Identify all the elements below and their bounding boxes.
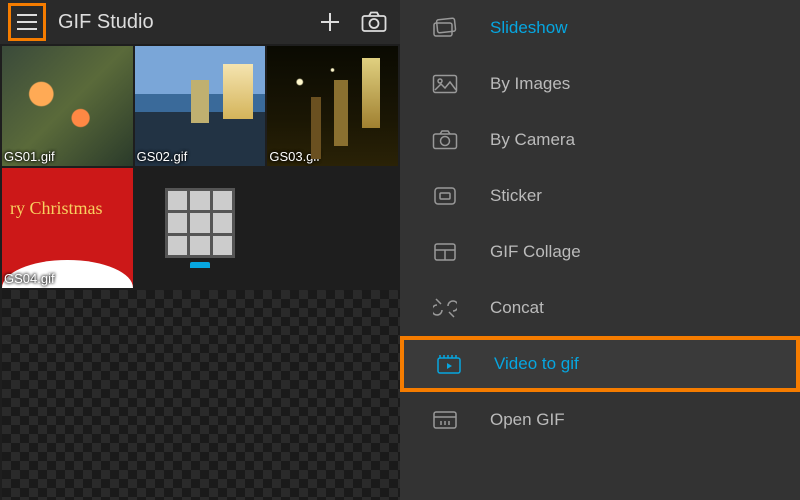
plus-icon	[318, 10, 342, 34]
collage-icon	[430, 237, 460, 267]
sticker-icon	[430, 181, 460, 211]
app-title: GIF Studio	[54, 11, 304, 34]
indicator-icon	[190, 262, 210, 268]
thumbnail-grid: GS01.gif GS02.gif GS03.gif ry Christmas …	[0, 44, 400, 290]
images-icon	[430, 69, 460, 99]
hamburger-icon	[16, 13, 38, 31]
menu-label: Video to gif	[494, 354, 796, 374]
thumbnail[interactable]: GS01.gif	[2, 46, 133, 166]
menu-item-sticker[interactable]: Sticker	[400, 168, 800, 224]
thumbnail-caption: GS03.gif	[269, 149, 320, 164]
slideshow-icon	[430, 13, 460, 43]
menu-item-video-to-gif[interactable]: Video to gif	[400, 336, 800, 392]
menu-label: By Images	[490, 74, 800, 94]
collage-preview-icon	[165, 188, 235, 258]
thumbnail-caption: GS01.gif	[4, 149, 55, 164]
menu-item-concat[interactable]: Concat	[400, 280, 800, 336]
camera-button[interactable]	[356, 4, 392, 40]
thumbnail[interactable]: ry Christmas GS04.gif	[2, 168, 133, 288]
thumbnail[interactable]	[135, 168, 266, 288]
menu-label: By Camera	[490, 130, 800, 150]
menu-item-by-images[interactable]: By Images	[400, 56, 800, 112]
menu-label: Slideshow	[490, 18, 800, 38]
menu-label: Sticker	[490, 186, 800, 206]
thumbnail-overlay-text: ry Christmas	[10, 198, 103, 219]
menu-label: Open GIF	[490, 410, 800, 430]
add-button[interactable]	[312, 4, 348, 40]
menu-button[interactable]	[8, 3, 46, 41]
menu-label: GIF Collage	[490, 242, 800, 262]
topbar: GIF Studio	[0, 0, 400, 44]
thumbnail-caption: GS04.gif	[4, 271, 55, 286]
gallery-pane: GIF Studio GS01.gif GS02.gif GS03.gif ry	[0, 0, 400, 500]
drawer-menu: Slideshow By Images By Camera Sticker GI…	[400, 0, 800, 500]
empty-canvas-area	[2, 290, 400, 500]
camera-icon	[361, 11, 387, 33]
menu-item-gif-collage[interactable]: GIF Collage	[400, 224, 800, 280]
thumbnail-caption: GS02.gif	[137, 149, 188, 164]
camera-icon	[430, 125, 460, 155]
menu-item-by-camera[interactable]: By Camera	[400, 112, 800, 168]
menu-label: Concat	[490, 298, 800, 318]
open-gif-icon	[430, 405, 460, 435]
concat-icon	[430, 293, 460, 323]
video-icon	[434, 349, 464, 379]
menu-item-slideshow[interactable]: Slideshow	[400, 0, 800, 56]
thumbnail[interactable]: GS03.gif	[267, 46, 398, 166]
menu-item-open-gif[interactable]: Open GIF	[400, 392, 800, 448]
thumbnail[interactable]: GS02.gif	[135, 46, 266, 166]
